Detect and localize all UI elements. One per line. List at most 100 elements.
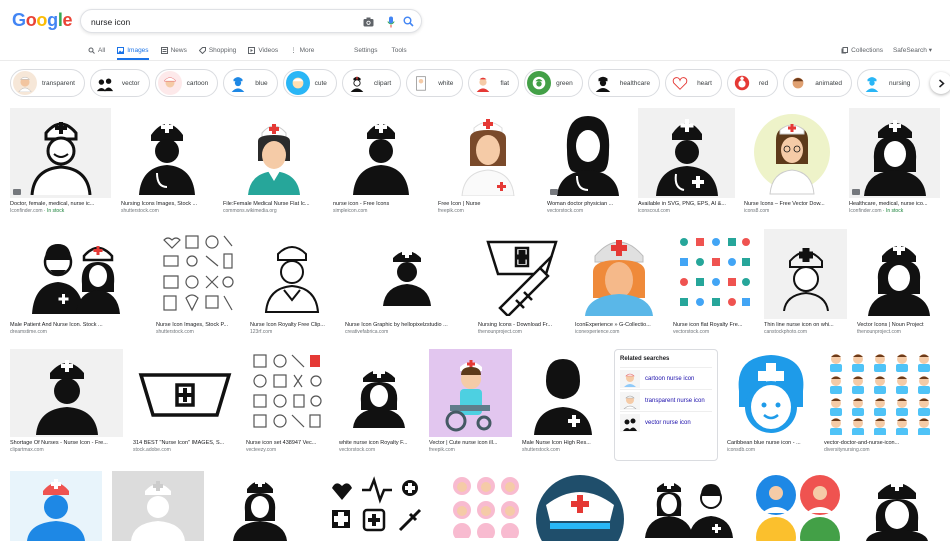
tab-videos[interactable]: Videos: [248, 42, 278, 58]
chip-flat[interactable]: flat: [468, 69, 520, 97]
result-image[interactable]: [752, 471, 844, 541]
result-image[interactable]: [854, 471, 940, 541]
result-image[interactable]: [250, 229, 334, 319]
chip-white[interactable]: white: [406, 69, 464, 97]
result-tile[interactable]: [636, 471, 742, 541]
result-image[interactable]: [429, 349, 512, 437]
result-caption[interactable]: Nursing Icons Images, Stock ...: [121, 201, 213, 207]
result-tile[interactable]: Doctor, female, medical, nurse ic... Ico…: [10, 108, 111, 214]
tab-more[interactable]: ⋮ More: [290, 42, 314, 58]
result-image[interactable]: [112, 471, 204, 541]
result-tile[interactable]: Woman doctor physician ... vectorstock.c…: [547, 108, 629, 214]
result-caption[interactable]: 314 BEST "Nurse Icon" IMAGES, S...: [133, 440, 236, 446]
result-caption[interactable]: Woman doctor physician ...: [547, 201, 629, 207]
collections-link[interactable]: Collections: [841, 46, 883, 54]
result-tile[interactable]: Nurse icon set 438947 Vec... vecteezy.co…: [246, 349, 329, 453]
result-tile[interactable]: nurse icon - Free Icons simpleicon.com: [333, 108, 428, 214]
result-caption[interactable]: Nurse icon set 438947 Vec...: [246, 440, 329, 446]
result-caption[interactable]: Vector | Cute nurse icon ill...: [429, 440, 512, 446]
related-search-item[interactable]: transparent nurse icon: [620, 389, 712, 411]
tab-all[interactable]: All: [88, 42, 105, 58]
result-caption[interactable]: Available in SVG, PNG, EPS, AI &...: [638, 201, 735, 207]
chip-cartoon[interactable]: cartoon: [154, 69, 219, 97]
result-caption[interactable]: Thin line nurse icon on whi...: [764, 322, 847, 328]
tab-images[interactable]: Images: [117, 42, 149, 60]
result-caption[interactable]: Nurse Icon Royalty Free Clip...: [250, 322, 334, 328]
result-image[interactable]: [223, 108, 324, 198]
chip-cute[interactable]: cute: [282, 69, 337, 97]
result-caption[interactable]: white nurse icon Royalty F...: [339, 440, 419, 446]
tools-link[interactable]: Tools: [392, 47, 407, 54]
chip-vector[interactable]: vector: [89, 69, 150, 97]
search-icon[interactable]: [402, 15, 415, 28]
settings-link[interactable]: Settings: [354, 47, 378, 54]
result-tile[interactable]: Male Nurse Icon High Res... shutterstock…: [522, 349, 604, 453]
result-caption[interactable]: IconExperience » G-Collectio...: [575, 322, 663, 328]
result-tile[interactable]: Nurse Icon Royalty Free Clip... 123rf.co…: [250, 229, 334, 335]
result-image[interactable]: [534, 471, 626, 541]
result-image[interactable]: [10, 471, 102, 541]
result-image[interactable]: [133, 349, 236, 437]
result-image[interactable]: [339, 349, 419, 437]
result-image[interactable]: [438, 108, 537, 198]
result-tile[interactable]: 314 BEST "Nurse Icon" IMAGES, S... stock…: [133, 349, 236, 453]
chips-next-button[interactable]: [930, 72, 950, 94]
result-caption[interactable]: Nurse Icons – Free Vector Dow...: [744, 201, 840, 207]
result-caption[interactable]: nurse icon - Free Icons: [333, 201, 428, 207]
result-caption[interactable]: Nurse icon flat Royalty Fre...: [673, 322, 755, 328]
chip-heart[interactable]: heart: [665, 69, 722, 97]
result-image[interactable]: [478, 229, 565, 319]
chip-animated[interactable]: animated: [783, 69, 853, 97]
result-tile[interactable]: white nurse icon Royalty F... vectorstoc…: [339, 349, 419, 453]
result-tile[interactable]: [752, 471, 844, 541]
tab-news[interactable]: News: [160, 42, 187, 58]
result-tile[interactable]: vector-doctor-and-nurse-icon... diversit…: [824, 349, 940, 453]
result-tile[interactable]: Thin line nurse icon on whi... canstockp…: [764, 229, 847, 335]
chip-green[interactable]: green: [524, 69, 583, 97]
result-tile[interactable]: Nurse Icon Images, Stock P... shuttersto…: [156, 229, 240, 335]
safesearch-toggle[interactable]: SafeSearch ▾: [893, 46, 932, 54]
result-image[interactable]: [121, 108, 213, 198]
result-tile[interactable]: Healthcare, medical, nurse ico... Iconfi…: [849, 108, 940, 214]
result-tile[interactable]: Nursing Icons Images, Stock ... shutters…: [121, 108, 213, 214]
result-tile[interactable]: [112, 471, 204, 541]
result-tile[interactable]: Nurse icon flat Royalty Fre... vectorsto…: [673, 229, 755, 335]
result-tile[interactable]: IconExperience » G-Collectio... iconexpe…: [575, 229, 663, 335]
result-tile[interactable]: File:Female Medical Nurse Flat Ic... com…: [223, 108, 324, 214]
camera-icon[interactable]: [362, 15, 375, 28]
tab-shopping[interactable]: Shopping: [198, 42, 236, 58]
result-caption[interactable]: File:Female Medical Nurse Flat Ic...: [223, 201, 324, 207]
result-caption[interactable]: Shortage Of Nurses - Nurse Icon - Fre...: [10, 440, 123, 446]
related-search-item[interactable]: cartoon nurse icon: [620, 367, 712, 389]
result-caption[interactable]: Male Nurse Icon High Res...: [522, 440, 604, 446]
result-caption[interactable]: Male Patient And Nurse Icon. Stock ...: [10, 322, 146, 328]
result-caption[interactable]: Healthcare, medical, nurse ico...: [849, 201, 940, 207]
result-image[interactable]: [575, 229, 663, 319]
result-caption[interactable]: Nurse Icon Images, Stock P...: [156, 322, 240, 328]
result-image[interactable]: [857, 229, 940, 319]
result-tile[interactable]: Vector | Cute nurse icon ill... freepik.…: [429, 349, 512, 453]
result-image[interactable]: [10, 349, 123, 437]
result-tile[interactable]: [214, 471, 306, 541]
result-tile[interactable]: Nurse Icons – Free Vector Dow... icons8.…: [744, 108, 840, 214]
result-caption[interactable]: Nursing Icons - Download Fr...: [478, 322, 565, 328]
search-box[interactable]: [80, 9, 422, 33]
chip-healthcare[interactable]: healthcare: [587, 69, 661, 97]
chip-nursing[interactable]: nursing: [857, 69, 921, 97]
result-image[interactable]: [345, 229, 468, 319]
chip-transparent[interactable]: transparent: [10, 69, 85, 97]
result-tile[interactable]: [534, 471, 626, 541]
result-image[interactable]: [214, 471, 306, 541]
result-tile[interactable]: [10, 471, 102, 541]
result-tile[interactable]: [316, 471, 438, 541]
result-image[interactable]: [636, 471, 742, 541]
result-caption[interactable]: Vector Icons | Noun Project: [857, 322, 940, 328]
chip-blue[interactable]: blue: [223, 69, 278, 97]
result-caption[interactable]: Free Icon | Nurse: [438, 201, 537, 207]
chip-red[interactable]: red: [726, 69, 779, 97]
result-image[interactable]: [824, 349, 940, 437]
result-image[interactable]: [333, 108, 428, 198]
result-image[interactable]: [727, 349, 814, 437]
result-image[interactable]: [764, 229, 847, 319]
result-caption[interactable]: Doctor, female, medical, nurse ic...: [10, 201, 111, 207]
